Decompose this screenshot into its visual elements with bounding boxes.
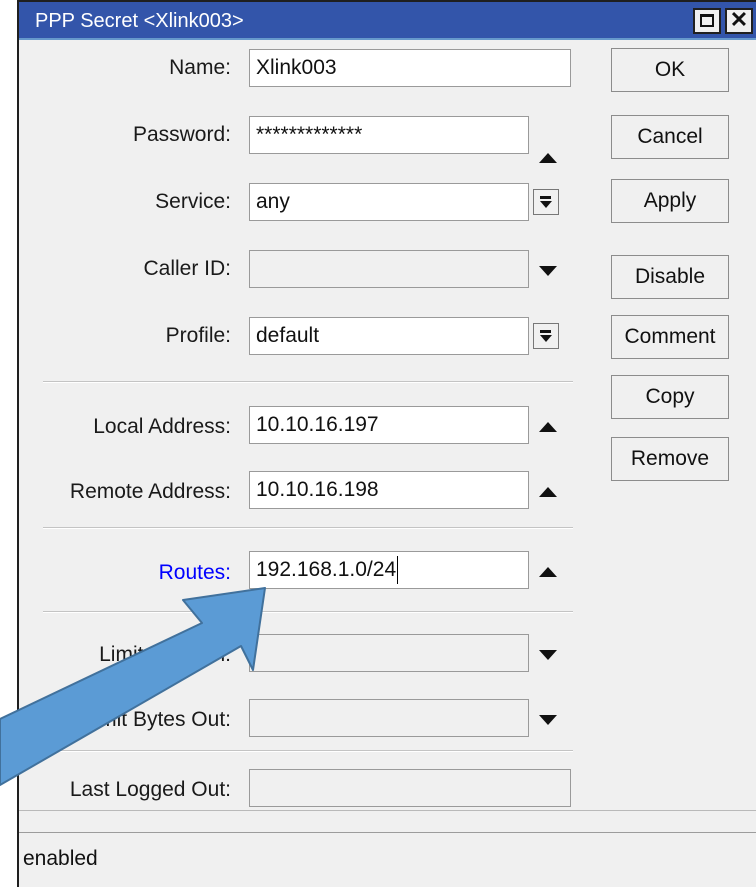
local-address-field[interactable]: 10.10.16.197 bbox=[249, 406, 529, 444]
arrow-up-icon[interactable] bbox=[539, 422, 557, 432]
local-address-label: Local Address: bbox=[93, 415, 231, 438]
text-caret bbox=[397, 556, 399, 585]
comment-button[interactable]: Comment bbox=[611, 315, 729, 359]
password-label: Password: bbox=[132, 123, 231, 146]
ok-button[interactable]: OK bbox=[611, 48, 729, 92]
arrow-down-icon[interactable] bbox=[539, 715, 557, 725]
routes-label: Routes: bbox=[158, 561, 231, 584]
arrow-up-icon[interactable] bbox=[539, 487, 557, 497]
service-label: Service: bbox=[155, 190, 231, 213]
arrow-up-icon[interactable] bbox=[539, 567, 557, 577]
remote-address-label: Remote Address: bbox=[69, 480, 231, 503]
last-logged-out-label: Last Logged Out: bbox=[69, 778, 231, 801]
limit-bytes-in-field[interactable] bbox=[249, 634, 529, 672]
dropdown-icon[interactable] bbox=[533, 323, 559, 349]
limit-bytes-in-label: Limit Bytes In: bbox=[99, 643, 231, 666]
limit-bytes-out-field[interactable] bbox=[249, 699, 529, 737]
apply-button[interactable]: Apply bbox=[611, 179, 729, 223]
status-text: enabled bbox=[23, 847, 98, 870]
name-field[interactable]: Xlink003 bbox=[249, 49, 571, 87]
profile-field[interactable]: default bbox=[249, 317, 529, 355]
cancel-button[interactable]: Cancel bbox=[611, 115, 729, 159]
limit-bytes-out-label: Limit Bytes Out: bbox=[82, 708, 231, 731]
service-field[interactable]: any bbox=[249, 183, 529, 221]
separator bbox=[43, 750, 573, 752]
title-bar[interactable]: PPP Secret <Xlink003> ✕ bbox=[19, 2, 756, 40]
separator bbox=[43, 611, 573, 613]
close-icon[interactable]: ✕ bbox=[725, 8, 753, 34]
separator bbox=[43, 381, 573, 383]
arrow-down-icon[interactable] bbox=[539, 650, 557, 660]
remove-button[interactable]: Remove bbox=[611, 437, 729, 481]
name-label: Name: bbox=[169, 56, 231, 79]
status-divider bbox=[19, 810, 756, 811]
arrow-up-icon[interactable] bbox=[539, 153, 557, 163]
separator bbox=[43, 527, 573, 529]
arrow-down-icon[interactable] bbox=[539, 266, 557, 276]
last-logged-out-field[interactable] bbox=[249, 769, 571, 807]
maximize-icon[interactable] bbox=[693, 8, 721, 34]
remote-address-field[interactable]: 10.10.16.198 bbox=[249, 471, 529, 509]
routes-value: 192.168.1.0/24 bbox=[256, 558, 397, 581]
routes-field[interactable]: 192.168.1.0/24 bbox=[249, 551, 529, 589]
status-bar: enabled bbox=[19, 832, 756, 887]
disable-button[interactable]: Disable bbox=[611, 255, 729, 299]
ppp-secret-window: PPP Secret <Xlink003> ✕ Name: Xlink003 P… bbox=[17, 0, 756, 887]
password-field[interactable]: ************* bbox=[249, 116, 529, 154]
caller-id-label: Caller ID: bbox=[143, 257, 231, 280]
profile-label: Profile: bbox=[165, 324, 231, 347]
dropdown-icon[interactable] bbox=[533, 189, 559, 215]
window-title: PPP Secret <Xlink003> bbox=[35, 10, 244, 32]
copy-button[interactable]: Copy bbox=[611, 375, 729, 419]
caller-id-field[interactable] bbox=[249, 250, 529, 288]
